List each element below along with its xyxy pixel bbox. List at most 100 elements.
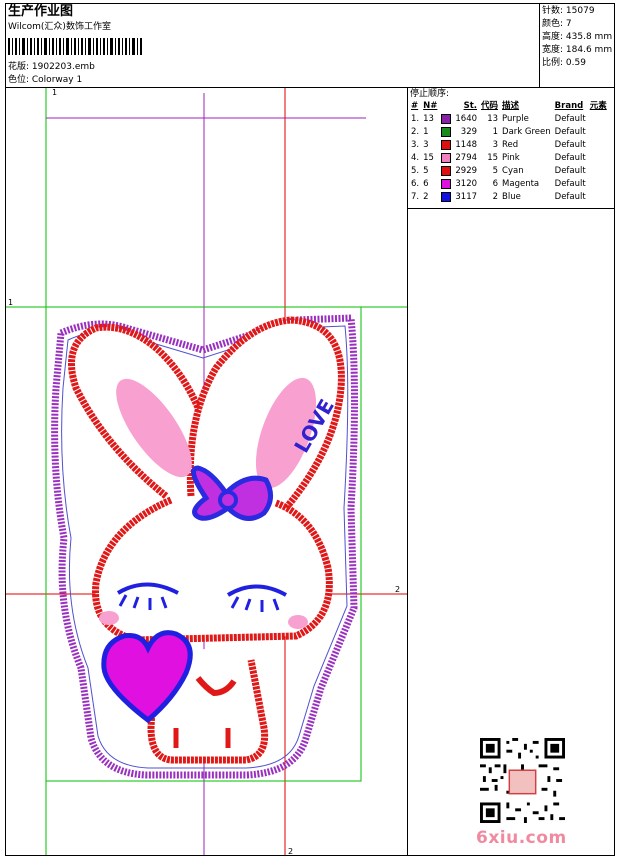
row-needle: 6 (423, 179, 429, 189)
col-code: 代码 (481, 101, 499, 111)
row-index: 6. (411, 179, 420, 189)
color-swatch (441, 113, 452, 124)
stat-height: 高度: 435.8 mm (542, 32, 613, 42)
col-n: N# (423, 101, 438, 111)
row-description: Purple (502, 114, 529, 124)
col-st: St. (463, 101, 478, 111)
row-element (588, 191, 609, 204)
row-description: Pink (502, 153, 520, 163)
row-brand: Default (554, 179, 586, 189)
table-header-row: # N# St. 代码 描述 Brand 元素 (409, 100, 609, 113)
panel-divider (407, 87, 408, 856)
stop-sequence-table: # N# St. 代码 描述 Brand 元素 1. 13 1640 13 Purple… (409, 100, 609, 204)
row-index: 4. (411, 153, 420, 163)
ruler-mark-right: 2 (395, 585, 400, 594)
design-file: 花版: 1902203.emb (8, 62, 95, 72)
row-element (588, 126, 609, 139)
row-element (588, 113, 609, 126)
ruler-mark-top: 1 (52, 88, 57, 97)
row-code: 15 (487, 153, 499, 163)
row-needle: 15 (423, 153, 434, 163)
row-description: Magenta (502, 179, 540, 189)
row-stitches: 3120 (455, 179, 478, 189)
col-desc: 描述 (502, 101, 520, 111)
table-row: 2. 1 329 1 Dark Green Default (409, 126, 609, 139)
colorway: 色位: Colorway 1 (8, 75, 83, 85)
row-brand: Default (554, 127, 586, 137)
col-swatch (439, 100, 453, 113)
row-brand: Default (554, 153, 586, 163)
row-description: Blue (502, 192, 521, 202)
qr-code (480, 738, 565, 823)
row-code: 13 (487, 114, 499, 124)
color-swatch (441, 165, 452, 176)
color-swatch (441, 126, 452, 137)
table-row: 6. 6 3120 6 Magenta Default (409, 178, 609, 191)
stat-stitches: 针数: 15079 (542, 6, 595, 16)
row-element (588, 152, 609, 165)
table-row: 3. 3 1148 3 Red Default (409, 139, 609, 152)
qr-logo (508, 769, 537, 795)
table-row: 7. 2 3117 2 Blue Default (409, 191, 609, 204)
color-swatch (441, 178, 452, 189)
color-swatch (441, 139, 452, 150)
stat-width: 宽度: 184.6 mm (542, 45, 613, 55)
row-needle: 3 (423, 140, 429, 150)
watermark: 6xiu.com (476, 828, 567, 848)
row-needle: 2 (423, 192, 429, 202)
row-brand: Default (554, 140, 586, 150)
row-swatch (439, 113, 453, 126)
stop-sequence-title: 停止顺序: (410, 89, 450, 99)
row-index: 2. (411, 127, 420, 137)
row-swatch (439, 126, 453, 139)
row-stitches: 329 (460, 127, 478, 137)
row-swatch (439, 152, 453, 165)
table-row: 5. 5 2929 5 Cyan Default (409, 165, 609, 178)
col-brand: Brand (554, 101, 584, 111)
row-code: 6 (492, 179, 499, 189)
row-index: 7. (411, 192, 420, 202)
row-swatch (439, 191, 453, 204)
row-swatch (439, 139, 453, 152)
row-index: 1. (411, 114, 420, 124)
row-brand: Default (554, 166, 586, 176)
table-row: 1. 13 1640 13 Purple Default (409, 113, 609, 126)
color-swatch (441, 191, 452, 202)
row-description: Dark Green (502, 127, 551, 137)
barcode (8, 38, 142, 55)
row-element (588, 139, 609, 152)
row-element (588, 165, 609, 178)
row-stitches: 2794 (455, 153, 478, 163)
row-needle: 5 (423, 166, 429, 176)
left-cheek (99, 611, 119, 625)
col-element: 元素 (589, 101, 607, 111)
row-needle: 1 (423, 127, 429, 137)
row-stitches: 1640 (455, 114, 478, 124)
row-code: 1 (492, 127, 499, 137)
row-code: 2 (492, 192, 499, 202)
right-cheek (288, 615, 308, 629)
ruler-mark-left: 1 (8, 298, 13, 307)
row-stitches: 1148 (455, 140, 478, 150)
row-swatch (439, 165, 453, 178)
row-element (588, 178, 609, 191)
row-stitches: 3117 (455, 192, 478, 202)
page-title: 生产作业图 (8, 4, 74, 19)
embroidery-design: LOVE 1 1 2 2 (6, 88, 407, 855)
col-hash: # (411, 101, 419, 111)
stats-divider (539, 3, 540, 87)
row-index: 5. (411, 166, 420, 176)
row-brand: Default (554, 114, 586, 124)
row-needle: 13 (423, 114, 434, 124)
row-index: 3. (411, 140, 420, 150)
row-code: 3 (492, 140, 499, 150)
row-swatch (439, 178, 453, 191)
ruler-mark-bottom: 2 (288, 847, 293, 855)
stat-scale: 比例: 0.59 (542, 58, 586, 68)
row-description: Red (502, 140, 519, 150)
color-swatch (441, 152, 452, 163)
row-description: Cyan (502, 166, 524, 176)
row-stitches: 2929 (455, 166, 478, 176)
table-row: 4. 15 2794 15 Pink Default (409, 152, 609, 165)
stat-colors: 颜色: 7 (542, 19, 572, 29)
